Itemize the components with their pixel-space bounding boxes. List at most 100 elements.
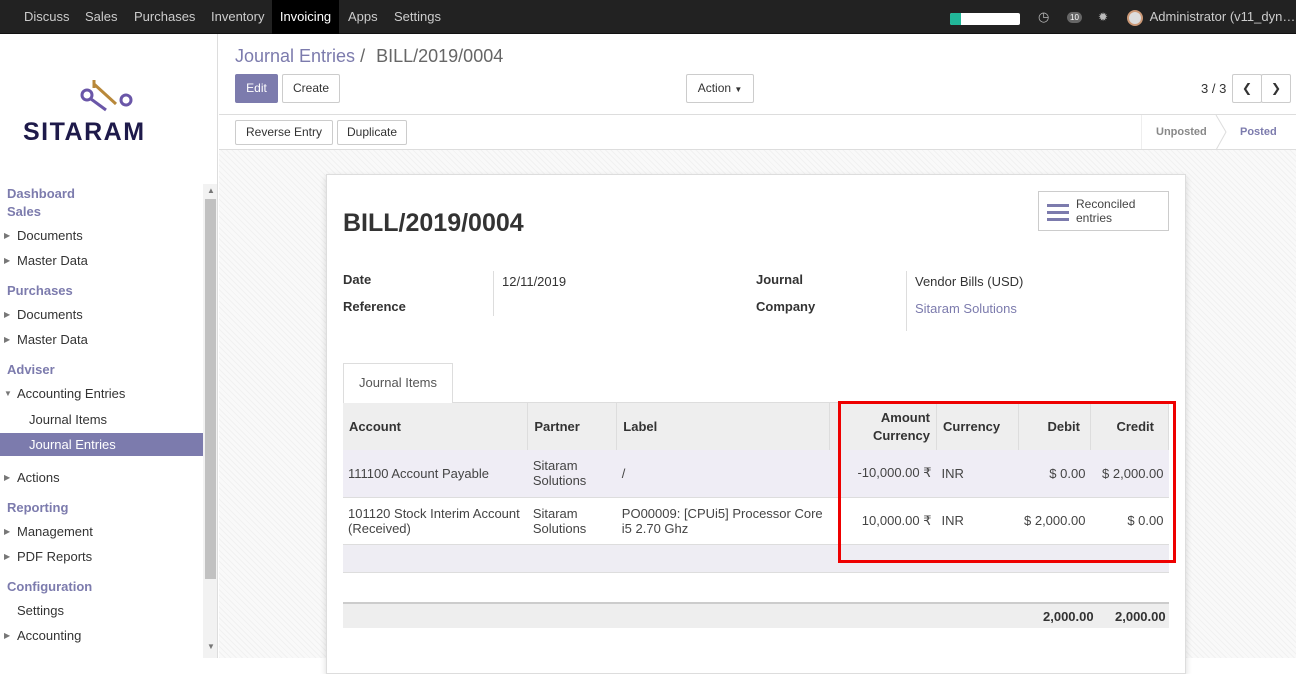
table-row[interactable]: 111100 Account Payable Sitaram Solutions… bbox=[343, 450, 1169, 498]
sidebar-scrollbar[interactable]: ▲ ▼ bbox=[203, 184, 217, 658]
cell-currency: INR bbox=[936, 450, 1019, 498]
journal-label: Journal bbox=[756, 272, 803, 287]
sidebar-item-journal-entries[interactable]: Journal Entries bbox=[29, 437, 217, 452]
progress-fill bbox=[950, 13, 961, 25]
cell-amount-currency: -10,000.00 ₹ bbox=[829, 450, 937, 498]
column-credit[interactable]: Credit bbox=[1090, 403, 1170, 450]
scroll-up-icon[interactable]: ▲ bbox=[207, 186, 215, 195]
sidebar-item-accounting-entries[interactable]: Accounting Entries bbox=[17, 386, 217, 401]
caret-right-icon: ▶ bbox=[4, 527, 11, 536]
total-credit: 2,000.00 bbox=[1115, 609, 1166, 624]
reference-label: Reference bbox=[343, 299, 406, 314]
total-debit: 2,000.00 bbox=[1043, 609, 1094, 624]
menu-purchases[interactable]: Purchases bbox=[128, 0, 201, 34]
menu-sales[interactable]: Sales bbox=[79, 0, 124, 34]
sidebar-item-sales-documents[interactable]: Documents bbox=[17, 228, 217, 243]
column-account[interactable]: Account bbox=[343, 403, 529, 450]
cell-label: / bbox=[616, 450, 830, 498]
create-button[interactable]: Create bbox=[282, 74, 340, 103]
sidebar-dashboard[interactable]: Dashboard bbox=[7, 186, 210, 201]
sidebar-header-purchases: Purchases bbox=[7, 283, 73, 298]
scrollbar-thumb[interactable] bbox=[205, 199, 216, 579]
caret-right-icon: ▶ bbox=[4, 256, 11, 265]
cell-credit: $ 0.00 bbox=[1090, 497, 1169, 545]
cell-account: 101120 Stock Interim Account (Received) bbox=[343, 497, 528, 545]
date-value: 12/11/2019 bbox=[502, 274, 567, 289]
table-header-row: Account Partner Label Amount Currency Cu… bbox=[343, 403, 1170, 450]
top-navbar: Discuss Sales Purchases Inventory Invoic… bbox=[0, 0, 1296, 34]
control-panel: Journal Entries / BILL/2019/0004 Edit Cr… bbox=[219, 34, 1296, 150]
column-amount-currency[interactable]: Amount Currency bbox=[829, 403, 938, 450]
pager-previous-button[interactable]: ❮ bbox=[1232, 74, 1262, 103]
cell-credit: $ 2,000.00 bbox=[1090, 450, 1169, 498]
action-dropdown[interactable]: Action ▼ bbox=[686, 74, 754, 103]
message-count-badge: 10 bbox=[1067, 12, 1082, 24]
column-label[interactable]: Label bbox=[616, 403, 831, 450]
cell-debit: $ 0.00 bbox=[1018, 450, 1091, 498]
caret-right-icon: ▶ bbox=[4, 231, 11, 240]
breadcrumb-current: BILL/2019/0004 bbox=[376, 46, 504, 66]
duplicate-button[interactable]: Duplicate bbox=[337, 120, 407, 145]
sidebar-item-purchase-master-data[interactable]: Master Data bbox=[17, 332, 217, 347]
list-icon bbox=[1047, 204, 1069, 225]
column-debit[interactable]: Debit bbox=[1018, 403, 1091, 450]
breadcrumb-journal-entries[interactable]: Journal Entries bbox=[235, 46, 355, 66]
sidebar-item-journal-items[interactable]: Journal Items bbox=[29, 412, 217, 427]
cell-partner: Sitaram Solutions bbox=[527, 497, 617, 545]
pager-next-button[interactable]: ❯ bbox=[1261, 74, 1291, 103]
cell-account: 111100 Account Payable bbox=[343, 450, 528, 498]
sidebar-header-adviser: Adviser bbox=[7, 362, 55, 377]
caret-right-icon: ▶ bbox=[4, 335, 11, 344]
sidebar-item-management[interactable]: Management bbox=[17, 524, 217, 539]
menu-discuss[interactable]: Discuss bbox=[18, 0, 76, 34]
sidebar-item-actions[interactable]: Actions bbox=[17, 470, 217, 485]
caret-right-icon: ▶ bbox=[4, 310, 11, 319]
caret-right-icon: ▶ bbox=[4, 473, 11, 482]
company-link[interactable]: Sitaram Solutions bbox=[915, 301, 1017, 316]
menu-apps[interactable]: Apps bbox=[342, 0, 384, 34]
stage-unposted[interactable]: Unposted bbox=[1156, 115, 1207, 150]
field-divider bbox=[493, 271, 494, 316]
debug-bug-icon[interactable]: ✹ bbox=[1098, 0, 1108, 34]
menu-invoicing[interactable]: Invoicing bbox=[272, 0, 339, 34]
stage-posted[interactable]: Posted bbox=[1240, 115, 1277, 150]
reverse-entry-button[interactable]: Reverse Entry bbox=[235, 120, 333, 145]
column-partner[interactable]: Partner bbox=[527, 403, 618, 450]
sidebar-item-sales-master-data[interactable]: Master Data bbox=[17, 253, 217, 268]
onboarding-progress-bar[interactable] bbox=[950, 13, 1020, 25]
user-menu[interactable]: Administrator (v11_dyn… bbox=[1127, 0, 1295, 34]
scroll-down-icon[interactable]: ▼ bbox=[207, 642, 215, 651]
sidebar-header-sales: Sales bbox=[7, 204, 41, 219]
menu-inventory[interactable]: Inventory bbox=[205, 0, 270, 34]
cell-partner: Sitaram Solutions bbox=[527, 450, 617, 498]
sidebar-item-pdf-reports[interactable]: PDF Reports bbox=[17, 549, 217, 564]
clock-icon[interactable]: ◷ bbox=[1038, 0, 1049, 34]
empty-row bbox=[343, 544, 1169, 573]
breadcrumb: Journal Entries / BILL/2019/0004 bbox=[235, 46, 503, 67]
status-bar: Reverse Entry Duplicate Unposted Posted bbox=[219, 114, 1296, 150]
page-title: BILL/2019/0004 bbox=[343, 209, 524, 237]
breadcrumb-separator: / bbox=[360, 46, 366, 66]
form-view: BILL/2019/0004 Reconciled entries Date 1… bbox=[219, 150, 1296, 674]
caret-down-icon: ▼ bbox=[4, 389, 12, 398]
cell-currency: INR bbox=[936, 497, 1019, 545]
sidebar-item-purchase-documents[interactable]: Documents bbox=[17, 307, 217, 322]
journal-items-table: Account Partner Label Amount Currency Cu… bbox=[343, 403, 1170, 573]
messages-icon[interactable]: 10 bbox=[1067, 0, 1082, 34]
form-sheet: BILL/2019/0004 Reconciled entries Date 1… bbox=[326, 174, 1186, 674]
caret-right-icon: ▶ bbox=[4, 631, 11, 640]
chevron-right-icon: ❯ bbox=[1270, 81, 1282, 95]
chevron-left-icon: ❮ bbox=[1241, 81, 1253, 95]
table-row[interactable]: 101120 Stock Interim Account (Received) … bbox=[343, 497, 1169, 545]
menu-settings[interactable]: Settings bbox=[388, 0, 447, 34]
sidebar-item-settings[interactable]: Settings bbox=[17, 603, 217, 618]
cell-amount-currency: 10,000.00 ₹ bbox=[829, 497, 937, 545]
tab-journal-items[interactable]: Journal Items bbox=[343, 363, 453, 403]
company-label: Company bbox=[756, 299, 816, 314]
column-currency[interactable]: Currency bbox=[936, 403, 1019, 450]
reconciled-entries-label: Reconciled entries bbox=[1076, 197, 1136, 225]
reconciled-entries-button[interactable]: Reconciled entries bbox=[1038, 191, 1169, 231]
sidebar-item-accounting[interactable]: Accounting bbox=[17, 628, 217, 643]
edit-button[interactable]: Edit bbox=[235, 74, 278, 103]
company-logo-icon bbox=[80, 80, 133, 112]
